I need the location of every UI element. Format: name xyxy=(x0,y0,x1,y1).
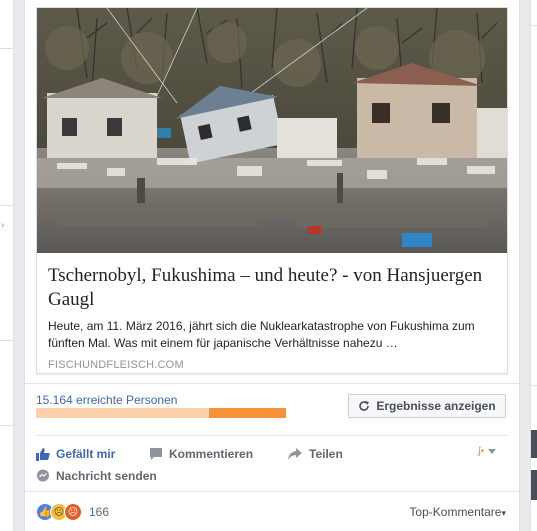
right-column xyxy=(530,0,537,531)
link-preview[interactable]: Tschernobyl, Fukushima – und heute? - vo… xyxy=(36,7,508,374)
reaction-count: 166 xyxy=(89,505,110,519)
reach-bar-organic xyxy=(36,408,209,418)
left-column: › xyxy=(0,0,14,531)
thumbs-up-icon xyxy=(36,448,50,461)
divider xyxy=(531,385,537,386)
like-button[interactable]: Gefällt mir xyxy=(36,447,115,461)
divider xyxy=(531,25,537,26)
messenger-icon xyxy=(37,469,49,482)
comment-button[interactable]: Kommentieren xyxy=(149,447,253,461)
reactions-summary[interactable]: 👍 ☹ ☹ 166 xyxy=(36,503,109,521)
share-button[interactable]: Teilen xyxy=(287,447,343,461)
view-results-label: Ergebnisse anzeigen xyxy=(376,399,496,413)
comment-label: Kommentieren xyxy=(169,447,254,461)
caret-down-icon: ▾ xyxy=(501,508,506,518)
comments-sort-label: Top-Kommentare xyxy=(409,505,502,519)
divider xyxy=(25,383,519,384)
divider xyxy=(0,48,13,49)
link-preview-image[interactable] xyxy=(37,8,507,253)
caret-down-icon xyxy=(488,448,497,454)
disaster-photo xyxy=(37,8,507,253)
link-description: Heute, am 11. März 2016, jährt sich die … xyxy=(48,319,475,350)
divider xyxy=(0,425,13,426)
link-text[interactable]: Tschernobyl, Fukushima – und heute? - vo… xyxy=(48,264,498,371)
page-selector[interactable]: ʄ• xyxy=(478,446,497,457)
divider xyxy=(0,205,13,206)
angry-reaction-icon: ☹ xyxy=(64,503,82,521)
comment-icon xyxy=(150,448,162,460)
divider xyxy=(25,491,519,492)
divider xyxy=(36,435,508,436)
refresh-icon xyxy=(359,401,370,411)
share-icon xyxy=(288,448,302,460)
link-title[interactable]: Tschernobyl, Fukushima – und heute? - vo… xyxy=(48,264,498,312)
post-card: Tschernobyl, Fukushima – und heute? - vo… xyxy=(24,0,520,531)
send-message-label: Nachricht senden xyxy=(56,469,157,483)
share-label: Teilen xyxy=(309,447,343,461)
divider xyxy=(0,340,13,341)
send-message-button[interactable]: Nachricht senden xyxy=(36,469,157,483)
chevron-right-icon[interactable]: › xyxy=(1,220,4,231)
page-avatar-icon: ʄ• xyxy=(478,446,485,457)
like-label: Gefällt mir xyxy=(56,447,116,461)
comments-sort-dropdown[interactable]: Top-Kommentare▾ xyxy=(409,505,506,519)
link-domain: FISCHUNDFLEISCH.COM xyxy=(48,359,184,371)
reach-bar xyxy=(36,408,286,418)
sidebar-block[interactable] xyxy=(531,470,537,500)
sidebar-block[interactable] xyxy=(531,430,537,458)
reach-label[interactable]: 15.164 erreichte Personen xyxy=(36,393,177,407)
view-results-button[interactable]: Ergebnisse anzeigen xyxy=(348,394,506,418)
